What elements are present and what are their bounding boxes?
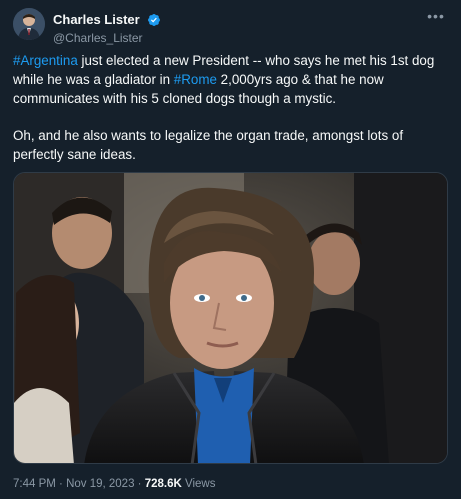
verified-badge-icon [148,13,161,26]
display-name[interactable]: Charles Lister [53,12,140,28]
author-handle[interactable]: @Charles_Lister [53,30,161,46]
tweet-paragraph-1: #Argentina just elected a new President … [13,51,443,108]
tweet-paragraph-2: Oh, and he also wants to legalize the or… [13,128,404,162]
avatar[interactable] [13,8,45,40]
tweet-photo[interactable] [13,172,448,464]
more-options-icon[interactable]: ••• [426,9,446,26]
hashtag-argentina[interactable]: #Argentina [13,53,78,68]
views-label: Views [181,478,216,490]
author-names: Charles Lister @Charles_Lister [53,11,161,46]
tweet-date[interactable]: Nov 19, 2023 [66,478,134,490]
avatar-portrait [13,8,45,40]
tweet-header: Charles Lister @Charles_Lister ••• [13,8,448,46]
views-count[interactable]: 728.6K [145,478,182,490]
photo-image [14,173,447,463]
separator: · [55,478,67,490]
tweet-card: Charles Lister @Charles_Lister ••• #Arge… [0,0,461,499]
tweet-time[interactable]: 7:44 PM [13,478,56,490]
hashtag-rome[interactable]: #Rome [174,72,217,87]
tweet-footer: 7:44 PM · Nov 19, 2023 · 728.6K Views [13,477,215,491]
tweet-text: #Argentina just elected a new President … [13,51,443,182]
separator: · [134,478,145,490]
